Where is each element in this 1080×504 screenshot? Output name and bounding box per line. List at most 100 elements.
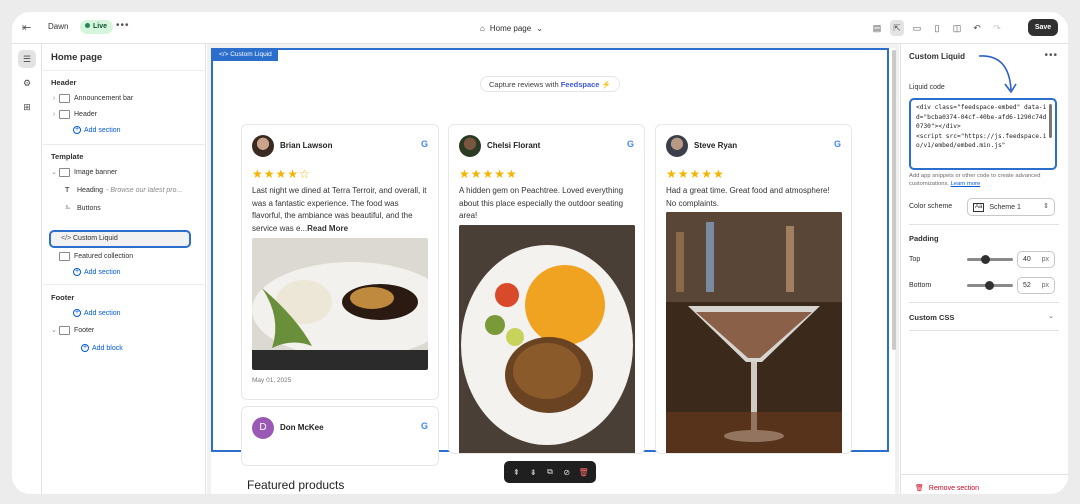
- plate-illustration: [252, 238, 428, 370]
- remove-section-button[interactable]: 🗑 Remove section: [915, 484, 979, 493]
- bolt-icon: ⚡: [601, 80, 611, 89]
- padding-top-label: Top: [909, 256, 921, 263]
- liquid-code-label: Liquid code: [909, 84, 945, 91]
- liquid-code-text: <div class="feedspace-embed" data-id="bc…: [916, 104, 1047, 150]
- duplicate-icon[interactable]: ⧉: [544, 467, 556, 477]
- padding-top-input[interactable]: 40 px: [1017, 251, 1055, 268]
- custom-css-heading[interactable]: Custom CSS: [909, 313, 954, 322]
- more-actions-icon[interactable]: •••: [1044, 50, 1058, 61]
- capture-text: Capture reviews with: [489, 80, 559, 89]
- chevron-down-icon[interactable]: ⌄: [1048, 312, 1054, 320]
- review-date: May 01, 2025: [252, 377, 292, 384]
- sidebar-item-label: Buttons: [77, 204, 101, 212]
- sidebar-item-label: Featured collection: [74, 252, 134, 260]
- group-template: Template: [51, 152, 84, 161]
- delete-icon[interactable]: 🗑: [578, 468, 590, 477]
- theme-name[interactable]: Dawn: [48, 22, 68, 31]
- padding-bottom-slider[interactable]: [967, 281, 1013, 290]
- sidebar-item-footer[interactable]: ⌄ Footer: [49, 322, 199, 338]
- mobile-preview-icon[interactable]: ▯: [930, 20, 944, 36]
- sidebar-item-heading[interactable]: T Heading - Browse our latest pro...: [65, 182, 197, 198]
- code-icon: </>: [61, 235, 72, 242]
- chevron-down-icon[interactable]: ⌄: [49, 168, 59, 176]
- add-section-template-button[interactable]: + Add section: [73, 265, 121, 279]
- block-tag: </> Custom Liquid: [213, 49, 278, 61]
- padding-bottom-input[interactable]: 52 px: [1017, 277, 1055, 294]
- chevron-down-icon[interactable]: ⌄: [49, 326, 59, 334]
- button-icon: ⎁: [65, 204, 71, 211]
- unit-label: px: [1041, 256, 1049, 263]
- learn-more-link[interactable]: Learn more: [951, 181, 981, 187]
- page-selector-label: Home page: [489, 23, 532, 33]
- store-icon[interactable]: ▤: [870, 20, 884, 36]
- add-section-header-button[interactable]: + Add section: [73, 123, 121, 137]
- add-block-label: Add block: [92, 344, 123, 352]
- review-card[interactable]: Chelsi Florant G ★★★★★ A hidden gem on P…: [448, 124, 645, 454]
- review-photo: [252, 238, 428, 370]
- home-icon: ⌂: [480, 23, 485, 33]
- inspector-icon[interactable]: ⇱: [890, 20, 904, 36]
- text-icon: T: [65, 186, 70, 194]
- section-icon: [59, 93, 70, 103]
- more-actions-icon[interactable]: •••: [116, 20, 130, 31]
- custom-liquid-block[interactable]: </> Custom Liquid Capture reviews with F…: [211, 48, 889, 466]
- sidebar-item-image-banner[interactable]: ⌄ Image banner: [49, 164, 199, 180]
- trash-icon: 🗑: [915, 485, 924, 492]
- add-section-footer-button[interactable]: + Add section: [73, 306, 121, 320]
- sidebar-item-featured-collection[interactable]: Featured collection: [49, 248, 199, 264]
- slider-knob[interactable]: [985, 281, 994, 290]
- undo-icon[interactable]: ↶: [970, 20, 984, 36]
- sections-icon[interactable]: ☰: [18, 50, 36, 68]
- apps-icon[interactable]: ⊞: [18, 98, 36, 116]
- plus-circle-icon: +: [73, 309, 81, 317]
- group-header: Header: [51, 78, 77, 87]
- chevron-right-icon[interactable]: ›: [49, 111, 59, 118]
- divider: [43, 284, 206, 285]
- review-card[interactable]: Steve Ryan G ★★★★★ Had a great time. Gre…: [655, 124, 852, 454]
- page-selector[interactable]: ⌂ Home page ⌄: [480, 20, 543, 36]
- sidebar-item-buttons[interactable]: ⎁ Buttons: [65, 200, 197, 216]
- google-icon: G: [833, 139, 841, 149]
- chevron-right-icon[interactable]: ›: [49, 95, 59, 102]
- color-scheme-select[interactable]: Aa Scheme 1 ⇕: [967, 198, 1055, 216]
- sidebar-item-label: Heading: [77, 186, 104, 194]
- sidebar-item-header[interactable]: › Header: [49, 106, 199, 122]
- save-button[interactable]: Save: [1028, 19, 1058, 36]
- review-photo: [459, 225, 635, 453]
- reviewer-name: Don McKee: [280, 423, 324, 432]
- settings-panel: Custom Liquid ••• Liquid code <div class…: [900, 44, 1068, 494]
- footer-icon: [59, 325, 70, 335]
- plus-circle-icon: +: [81, 344, 89, 352]
- star-rating: ★★★★★: [459, 167, 518, 181]
- group-footer: Footer: [51, 293, 75, 302]
- move-down-icon[interactable]: ⇟: [527, 468, 539, 477]
- liquid-code-input[interactable]: <div class="feedspace-embed" data-id="bc…: [909, 98, 1057, 170]
- slider-knob[interactable]: [981, 255, 990, 264]
- sidebar-item-announcement-bar[interactable]: › Announcement bar: [49, 90, 199, 106]
- read-more-link[interactable]: Read More: [307, 224, 348, 233]
- padding-heading: Padding: [909, 234, 939, 243]
- redo-icon[interactable]: ↷: [990, 20, 1004, 36]
- padding-top-slider[interactable]: [967, 255, 1013, 264]
- padding-bottom-label: Bottom: [909, 282, 932, 289]
- code-icon: </>: [219, 51, 231, 58]
- divider: [909, 330, 1059, 331]
- settings-gear-icon[interactable]: ⚙: [18, 74, 36, 92]
- reviewer-name: Brian Lawson: [280, 141, 333, 150]
- add-block-button[interactable]: + Add block: [81, 341, 123, 355]
- review-card[interactable]: Brian Lawson G ★★★★☆ Last night we dined…: [241, 124, 439, 400]
- sidebar-item-custom-liquid[interactable]: </> Custom Liquid: [49, 230, 191, 248]
- exit-icon[interactable]: ⇤: [22, 21, 36, 35]
- top-bar: ⇤ Dawn Live ••• ⌂ Home page ⌄ ▤ ⇱ ▭ ▯ ◫ …: [12, 12, 1068, 44]
- plus-circle-icon: +: [73, 268, 81, 276]
- code-scrollbar[interactable]: [1049, 104, 1052, 138]
- hide-icon[interactable]: ⊘: [561, 468, 573, 477]
- fullscreen-icon[interactable]: ◫: [950, 20, 964, 36]
- review-card[interactable]: D Don McKee G: [241, 406, 439, 466]
- canvas-scrollbar[interactable]: [892, 50, 896, 350]
- sidebar-item-label: Announcement bar: [74, 94, 134, 102]
- avatar: [666, 135, 688, 157]
- move-up-icon[interactable]: ⇞: [510, 468, 522, 477]
- desktop-preview-icon[interactable]: ▭: [910, 20, 924, 36]
- feedspace-pill[interactable]: Capture reviews with Feedspace ⚡: [480, 76, 620, 92]
